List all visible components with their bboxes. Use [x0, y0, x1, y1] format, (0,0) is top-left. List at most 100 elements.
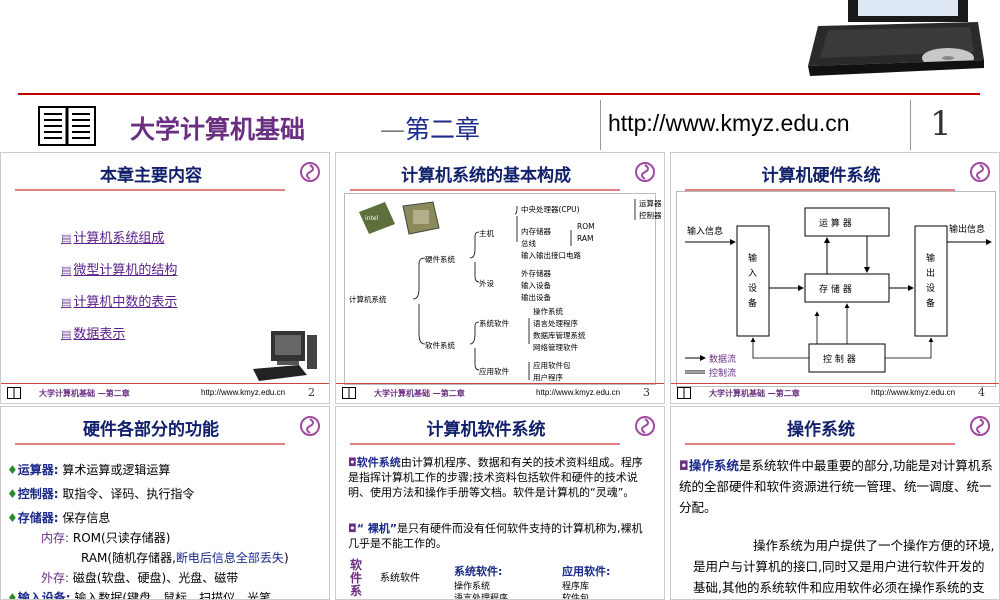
footer-page: 4	[978, 386, 985, 399]
bullet-item: ♦输入设备: 输入数据(键盘、鼠标、扫描仪、光笔	[7, 591, 272, 600]
course-title: 大学计算机基础	[130, 115, 306, 144]
diagram-label: 运 算 器	[819, 219, 852, 229]
slide-thumbnail-4[interactable]: 计算机硬件系统 输入信息 输入设备 运 算 器 存 储 器 输出设备 输出信息 …	[670, 152, 1000, 404]
tree-node: 中央处理器(CPU)	[521, 205, 580, 214]
book-icon	[677, 387, 691, 399]
tree-node: 输出设备	[521, 293, 551, 302]
diagram-label: 输出设备	[926, 254, 936, 309]
computer-icon	[253, 331, 317, 381]
footer-url: http://www.kmyz.edu.cn	[871, 388, 956, 397]
sub-item: 外存: 磁盘(软盘、硬盘)、光盘、磁带	[41, 571, 239, 585]
slide-thumbnail-2[interactable]: 本章主要内容 计算机系统组成 微型计算机的结构 计算机中数的表示 数据表示 大学…	[0, 152, 330, 404]
header-banner: 大学计算机基础 —第二章 http://www.kmyz.edu.cn 1	[0, 0, 1000, 152]
tree-node: 输入设备	[521, 281, 551, 290]
chapter-title: —第二章	[380, 115, 481, 144]
side-label: 软件系	[350, 558, 363, 598]
footer-page: 2	[308, 386, 315, 399]
swirl-icon	[970, 416, 990, 436]
tree-node: 数据库管理系统	[533, 331, 586, 340]
header-divider	[18, 93, 980, 95]
slide-footer: 大学计算机基础 —第二章 http://www.kmyz.edu.cn 2	[1, 383, 329, 403]
diagram-label: 存 储 器	[819, 285, 852, 295]
toc-link[interactable]: 数据表示	[61, 323, 177, 342]
footer-url: http://www.kmyz.edu.cn	[201, 388, 286, 397]
diagram-label: 输入信息	[687, 227, 724, 237]
swirl-icon	[970, 162, 990, 182]
slide-title: 操作系统	[787, 420, 855, 440]
slide-thumbnail-7[interactable]: 操作系统 ◘操作系统是系统软件中最重要的部分,功能是对计算机系统的全部硬件和软件…	[670, 406, 1000, 600]
system-tree-diagram: intel 计算机系统 硬件系统 软件系统 主机 外设 中央处理器(CPU) 运…	[344, 193, 662, 385]
tree-node: 控制器	[639, 211, 662, 220]
tree-node: 应用软件包	[533, 361, 571, 370]
table-cell: 语言处理程序	[454, 594, 509, 600]
legend-label: 数据流	[709, 355, 737, 365]
paragraph: ◘“ 裸机”是只有硬件而没有任何软件支持的计算机称为,裸机几乎是不能工作的。	[348, 522, 643, 550]
tree-node: 硬件系统	[425, 255, 455, 264]
tree-node: 内存储器	[521, 227, 551, 236]
title-underline	[15, 189, 285, 191]
swirl-icon	[300, 162, 320, 182]
toc-link[interactable]: 计算机系统组成	[61, 227, 177, 246]
tree-node: 软件系统	[425, 341, 455, 350]
divider	[910, 100, 911, 150]
diagram-label: 输出信息	[949, 225, 986, 235]
legend-label: 控制流	[709, 369, 737, 379]
slide-title: 计算机硬件系统	[761, 166, 881, 186]
swirl-icon	[635, 162, 655, 182]
slide-title: 硬件各部分的功能	[83, 420, 219, 440]
tree-node: 总线	[521, 239, 536, 248]
book-icon	[38, 106, 96, 146]
slide-thumbnail-6[interactable]: 计算机软件系统 ◘软件系统由计算机程序、数据和有关的技术资料组成。程序是指挥计算…	[335, 406, 665, 600]
title-underline	[685, 443, 955, 445]
bullet-item: ♦存储器: 保存信息	[7, 511, 111, 525]
footer-page: 3	[643, 386, 650, 399]
table-header: 应用软件:	[562, 565, 611, 578]
tree-lines	[412, 199, 636, 380]
tree-node: 外设	[479, 279, 494, 288]
title-underline	[15, 443, 285, 445]
toc-list: 计算机系统组成 微型计算机的结构 计算机中数的表示 数据表示	[61, 227, 177, 355]
book-icon	[7, 387, 21, 399]
tree-node: 计算机系统	[349, 295, 387, 304]
slide-title: 计算机软件系统	[426, 420, 546, 440]
paragraph: ◘软件系统由计算机程序、数据和有关的技术资料组成。程序是指挥计算机工作的步骤;技…	[348, 456, 643, 499]
table-cell: 系统软件	[380, 573, 420, 584]
bullet-item: ♦运算器: 算术运算或逻辑运算	[7, 463, 171, 477]
table-header: 系统软件:	[454, 565, 503, 578]
tree-node: 输入输出接口电路	[521, 251, 581, 260]
sub-item: RAM(随机存储器,断电后信息全部丢失)	[81, 551, 289, 565]
toc-link[interactable]: 计算机中数的表示	[61, 291, 177, 310]
slide-footer: 大学计算机基础 —第二章 http://www.kmyz.edu.cn 3	[336, 383, 664, 403]
tree-node: ROM	[577, 222, 595, 231]
table-cell: 软件包	[562, 594, 590, 600]
tree-node: 操作系统	[533, 307, 563, 316]
tree-node: 网络管理软件	[533, 343, 578, 352]
divider	[600, 100, 601, 150]
slide-title: 计算机系统的基本构成	[401, 166, 571, 186]
tree-node: 主机	[479, 229, 494, 238]
slide-footer: 大学计算机基础 —第二章 http://www.kmyz.edu.cn 4	[671, 383, 999, 403]
swirl-icon	[635, 416, 655, 436]
slide-thumbnail-5[interactable]: 硬件各部分的功能 ♦运算器: 算术运算或逻辑运算 ♦控制器: 取指令、译码、执行…	[0, 406, 330, 600]
laptop-image	[808, 0, 984, 76]
hardware-block-diagram: 输入信息 输入设备 运 算 器 存 储 器 输出设备 输出信息 控 制 器 数据…	[676, 191, 996, 387]
toc-link[interactable]: 微型计算机的结构	[61, 259, 177, 278]
footer-title: 大学计算机基础 —第二章	[374, 388, 465, 398]
slide-thumbnail-3[interactable]: 计算机系统的基本构成 intel 计算机系统 硬件系统 软件系统 主机 外设 中…	[335, 152, 665, 404]
diagram-label: 输入设备	[748, 254, 758, 309]
site-url[interactable]: http://www.kmyz.edu.cn	[608, 110, 850, 137]
paragraph: 操作系统为用户提供了一个操作方便的环境,是用户与计算机的接口,同时又是用户进行软…	[693, 538, 995, 595]
paragraph: ◘操作系统是系统软件中最重要的部分,功能是对计算机系统的全部硬件和软件资源进行统…	[679, 458, 993, 515]
footer-title: 大学计算机基础 —第二章	[709, 388, 800, 398]
bullet-item: ♦控制器: 取指令、译码、执行指令	[7, 487, 195, 501]
tree-node: 系统软件	[479, 319, 509, 328]
tree-node: 运算器	[639, 199, 662, 208]
footer-url: http://www.kmyz.edu.cn	[536, 388, 621, 397]
footer-title: 大学计算机基础 —第二章	[39, 388, 130, 398]
sub-item: 内存: ROM(只读存储器)	[41, 531, 171, 545]
diagram-label: 控 制 器	[823, 355, 856, 365]
tree-node: 应用软件	[479, 367, 509, 376]
tree-node: 语言处理程序	[533, 319, 578, 328]
tree-node: 外存储器	[521, 269, 551, 278]
title-underline	[350, 189, 620, 191]
